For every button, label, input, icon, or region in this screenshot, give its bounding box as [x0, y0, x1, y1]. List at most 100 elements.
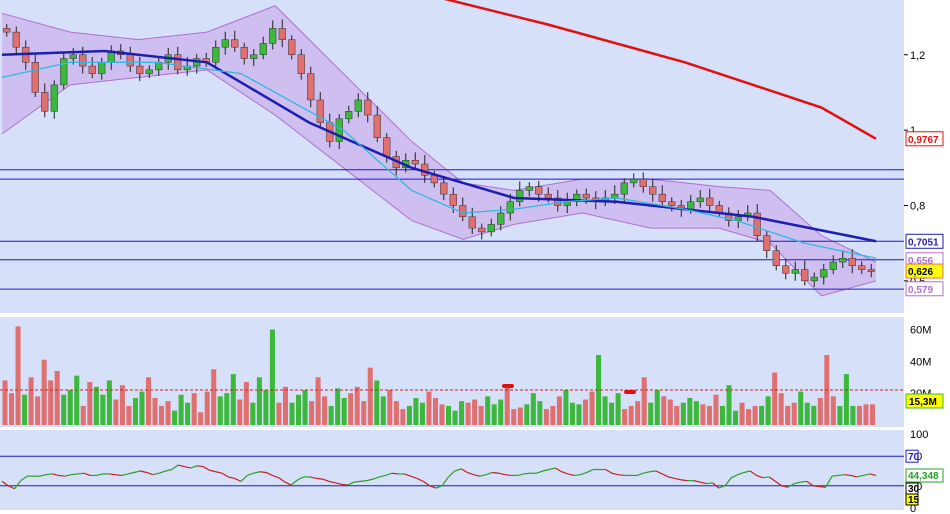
- volume-bar: [335, 388, 341, 425]
- rsi-segment: [681, 479, 688, 482]
- rsi-segment: [523, 472, 531, 475]
- candle-body: [383, 137, 391, 157]
- volume-bar: [341, 397, 347, 425]
- rsi-segment: [618, 474, 625, 477]
- volume-bar: [465, 402, 471, 425]
- volume-tick-label: 60M: [910, 325, 931, 337]
- volume-bar: [478, 405, 484, 425]
- candle-body: [449, 193, 457, 206]
- candle-body: [373, 114, 381, 138]
- candle-body: [69, 54, 77, 59]
- rsi-segment: [108, 473, 116, 476]
- candle-body: [278, 28, 286, 40]
- rsi-segment: [196, 465, 204, 468]
- candle-body: [668, 201, 676, 206]
- volume-bar: [361, 401, 367, 425]
- candle-body: [221, 39, 229, 48]
- candle-body: [639, 178, 647, 187]
- volume-bar: [139, 391, 145, 425]
- candle-body: [810, 276, 818, 282]
- candle-body: [41, 92, 49, 112]
- volume-bar: [178, 394, 184, 425]
- candle-body: [820, 269, 828, 278]
- volume-bar: [530, 393, 536, 425]
- volume-bar: [387, 390, 393, 425]
- volume-bar: [282, 386, 288, 425]
- volume-bar: [159, 405, 165, 425]
- volume-bar: [198, 412, 204, 425]
- volume-bar: [498, 399, 504, 425]
- volume-bar: [61, 394, 67, 425]
- volume-bar: [126, 405, 132, 425]
- volume-bar: [589, 391, 595, 425]
- candle-body: [801, 269, 809, 282]
- candle-body: [649, 186, 657, 195]
- volume-bar: [80, 405, 86, 425]
- volume-bar: [850, 405, 856, 425]
- volume-bar: [2, 380, 8, 425]
- volume-bar: [661, 396, 667, 425]
- volume-bar: [615, 393, 621, 425]
- candle-body: [696, 197, 704, 202]
- volume-bar: [48, 380, 54, 425]
- volume-bar: [713, 394, 719, 425]
- candle-body: [174, 54, 182, 71]
- candle-body: [620, 182, 628, 195]
- volume-bar: [785, 405, 791, 425]
- candle-body: [60, 58, 68, 86]
- candle-body: [839, 257, 847, 263]
- stock-chart: 1,210,80,6 0,97670,70510,6560,6260,579 6…: [0, 0, 944, 514]
- candle-body: [848, 257, 856, 267]
- volume-bar: [798, 391, 804, 425]
- volume-bar: [315, 377, 321, 425]
- volume-bar: [641, 377, 647, 425]
- candle-body: [829, 261, 837, 270]
- rsi-segment: [71, 473, 78, 476]
- candle-body: [525, 186, 533, 191]
- rsi-segment: [762, 476, 770, 479]
- candle-body: [706, 197, 714, 206]
- volume-bar: [804, 402, 810, 425]
- volume-bar: [276, 402, 282, 425]
- volume-bar: [269, 329, 275, 425]
- price-tag-label: 0,7051: [908, 237, 939, 248]
- candle-body: [535, 186, 543, 195]
- volume-bar: [491, 404, 497, 425]
- volume-bar: [419, 402, 425, 425]
- candle-body: [269, 28, 277, 44]
- volume-bar: [556, 396, 562, 425]
- volume-bar: [524, 404, 530, 425]
- volume-marker: [502, 384, 514, 388]
- candle-body: [50, 84, 58, 112]
- candle-body: [772, 250, 780, 267]
- candle-body: [459, 205, 467, 218]
- volume-bar: [354, 386, 360, 425]
- volume-bar: [863, 404, 869, 425]
- candle-body: [763, 235, 771, 251]
- rsi-segment: [391, 472, 399, 475]
- rsi-segment: [800, 480, 807, 483]
- candle-body: [3, 28, 11, 33]
- volume-bar: [113, 399, 119, 425]
- volume-value-label: 15,3M: [909, 397, 937, 408]
- volume-bar: [432, 397, 438, 425]
- candle-body: [297, 54, 305, 74]
- volume-bar: [106, 380, 112, 425]
- volume-bar: [400, 409, 406, 425]
- candle-body: [12, 31, 20, 48]
- volume-bar: [367, 367, 373, 425]
- volume-bar: [237, 399, 243, 425]
- volume-bar: [28, 377, 34, 425]
- volume-bar: [811, 405, 817, 425]
- volume-bar: [322, 396, 328, 425]
- candle-body: [440, 182, 448, 195]
- volume-bar: [256, 377, 262, 425]
- candle-body: [307, 73, 315, 101]
- volume-bar: [119, 385, 125, 425]
- rsi-segment: [706, 482, 713, 485]
- volume-bar: [693, 401, 699, 425]
- volume-bar: [700, 404, 706, 425]
- volume-bar: [172, 410, 178, 425]
- candle-body: [487, 224, 495, 233]
- volume-bar: [576, 404, 582, 425]
